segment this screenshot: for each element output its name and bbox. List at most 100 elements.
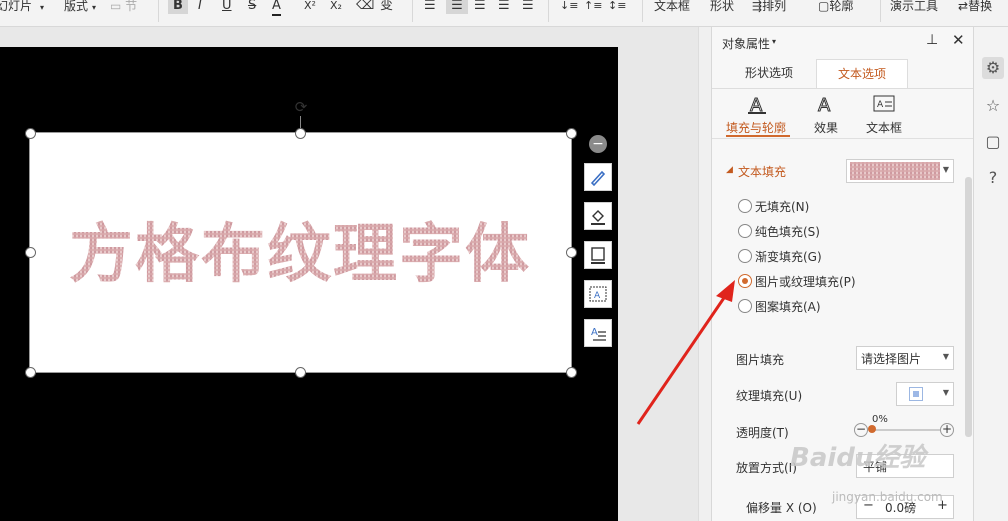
textured-text-content: 方格布纹理字体: [69, 218, 531, 292]
collapse-icon[interactable]: −: [589, 135, 607, 153]
chevron-down-icon: ▼: [942, 388, 949, 397]
transparency-value: 0%: [872, 414, 888, 425]
resize-handle[interactable]: [25, 367, 36, 378]
fill-button[interactable]: [584, 202, 612, 230]
baidu-watermark: Baidu经验: [790, 443, 926, 473]
textbox-icon: A: [873, 95, 895, 112]
picture-fill-value: 请选择图片: [861, 352, 922, 366]
transparency-slider-thumb[interactable]: [868, 425, 876, 433]
picture-fill-dropdown[interactable]: 请选择图片 ▼: [856, 346, 954, 370]
section-menu[interactable]: ▭ 节: [110, 0, 137, 14]
radio-label: 图片或纹理填充(P): [755, 275, 856, 289]
line-spacing-icon[interactable]: ↕≡: [608, 0, 626, 14]
layout-menu[interactable]: 版式: [64, 0, 88, 14]
distribute-icon[interactable]: ☰: [522, 0, 534, 14]
resize-handle[interactable]: [566, 367, 577, 378]
pin-icon[interactable]: ⊥: [926, 32, 938, 48]
quick-style-button[interactable]: [584, 163, 612, 191]
align-right-icon[interactable]: ☰: [474, 0, 486, 14]
subtab-textbox[interactable]: A 文本框: [864, 93, 908, 137]
clear-format-button[interactable]: ⌫: [356, 0, 374, 14]
shape-menu[interactable]: 形状: [710, 0, 734, 14]
chevron-down-icon: ▾: [40, 3, 45, 12]
textbox-menu[interactable]: 文本框: [654, 0, 690, 14]
decrease-transparency-button[interactable]: −: [854, 423, 868, 437]
font-color-button[interactable]: A: [272, 0, 281, 16]
text-fill-preview-dropdown[interactable]: ▼: [846, 159, 954, 183]
subtab-effects[interactable]: A 效果: [810, 93, 844, 137]
subtab-label: 文本框: [866, 121, 903, 135]
phonetic-guide-button[interactable]: 变: [380, 0, 393, 14]
radio-no-fill[interactable]: [738, 199, 752, 213]
increase-transparency-button[interactable]: +: [940, 423, 954, 437]
decrease-spacing-icon[interactable]: ↓≡: [560, 0, 578, 14]
resize-handle[interactable]: [295, 128, 306, 139]
chevron-down-icon: ▾: [92, 3, 97, 12]
radio-solid-fill[interactable]: [738, 224, 752, 238]
arrange-menu[interactable]: ⇶排列: [752, 0, 786, 14]
resize-handle[interactable]: [566, 128, 577, 139]
text-layout-button[interactable]: A: [584, 280, 612, 308]
chevron-down-icon: ▼: [942, 165, 949, 174]
resize-handle[interactable]: [25, 247, 36, 258]
radio-gradient-fill[interactable]: [738, 249, 752, 263]
increase-spacing-icon[interactable]: ↑≡: [584, 0, 602, 14]
outline-icon: ▢: [818, 0, 830, 13]
align-center-icon[interactable]: ☰: [446, 0, 468, 14]
texture-fill-dropdown[interactable]: ▼: [896, 382, 954, 406]
texture-grid-icon: [909, 387, 923, 401]
transparency-slider-track[interactable]: [870, 429, 940, 431]
replace-icon: ⇄: [958, 0, 969, 13]
outline-menu[interactable]: ▢轮廓: [818, 0, 853, 14]
strikethrough-button[interactable]: S: [248, 0, 256, 14]
texture-swatch: [850, 162, 940, 180]
active-subtab-indicator: [726, 135, 790, 137]
ribbon-toolbar: 幻灯片 ▾ 版式 ▾ ▭ 节 B I U S A X² X₂ ⌫ 变 ☰ ☰ ☰…: [0, 0, 1008, 27]
resize-handle[interactable]: [25, 128, 36, 139]
paint-bucket-icon: [591, 210, 605, 225]
close-icon[interactable]: ✕: [952, 31, 965, 49]
align-left-icon[interactable]: ☰: [424, 0, 436, 14]
chevron-down-icon[interactable]: ▾: [772, 37, 776, 46]
radio-label: 图案填充(A): [755, 300, 821, 314]
svg-text:A: A: [877, 100, 884, 110]
radio-label: 无填充(N): [755, 200, 810, 214]
tab-text-options[interactable]: 文本选项: [816, 59, 908, 88]
present-tools-menu[interactable]: 演示工具: [890, 0, 938, 14]
tab-shape-options[interactable]: 形状选项: [726, 59, 812, 87]
justify-icon[interactable]: ☰: [498, 0, 510, 14]
section-label: 节: [125, 0, 138, 13]
right-sidebar: ⚙ ☆ ▢ ?: [973, 27, 1008, 521]
subscript-button[interactable]: X₂: [330, 0, 342, 14]
outline-label: 轮廓: [829, 0, 854, 13]
rotate-handle-icon[interactable]: ⟳: [293, 99, 309, 115]
bold-button[interactable]: B: [168, 0, 188, 14]
toolbar-divider: [880, 0, 881, 22]
italic-button[interactable]: I: [198, 0, 202, 14]
animation-star-icon[interactable]: ☆: [982, 95, 1004, 117]
resize-handle[interactable]: [566, 247, 577, 258]
panel-title: 对象属性: [722, 37, 771, 51]
underline-button[interactable]: U: [222, 0, 232, 14]
superscript-button[interactable]: X²: [304, 0, 316, 14]
chevron-down-icon: ▼: [942, 352, 949, 361]
subtab-fill-outline[interactable]: A 填充与轮廓: [726, 93, 790, 137]
panel-scrollbar[interactable]: [965, 177, 972, 437]
subtab-divider: [712, 138, 974, 139]
text-fill-icon: A: [748, 95, 766, 117]
collapse-triangle-icon[interactable]: ◢: [726, 165, 733, 175]
text-frame-icon: A: [589, 286, 607, 302]
slides-menu[interactable]: 幻灯片: [0, 0, 32, 14]
properties-icon[interactable]: ⚙: [982, 57, 1004, 79]
selected-textbox[interactable]: 方格布纹理字体: [29, 132, 572, 373]
brush-icon: [590, 170, 606, 187]
resize-handle[interactable]: [295, 367, 306, 378]
subtab-label: 效果: [814, 121, 839, 135]
toolbar-divider: [548, 0, 549, 22]
replace-menu[interactable]: ⇄替换: [958, 0, 992, 14]
text-effects-button[interactable]: A: [584, 319, 612, 347]
outline-button[interactable]: [584, 241, 612, 269]
slide-transition-icon[interactable]: ▢: [982, 131, 1004, 153]
help-icon[interactable]: ?: [982, 167, 1004, 189]
text-effects-icon: A: [591, 327, 606, 341]
